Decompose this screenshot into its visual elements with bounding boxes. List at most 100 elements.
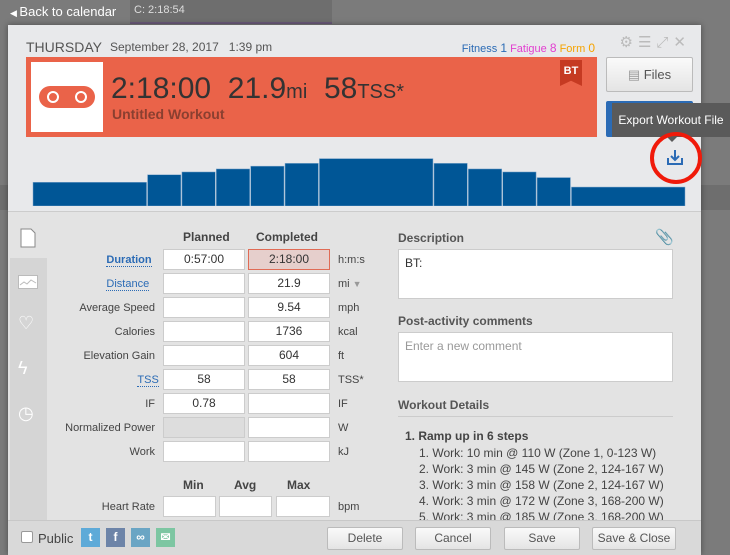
back-to-calendar-link[interactable]: ◀ Back to calendar	[10, 4, 116, 19]
workout-title[interactable]: Untitled Workout	[112, 106, 225, 122]
completed-input[interactable]: 1736	[248, 321, 330, 342]
planned-input[interactable]: 58	[163, 369, 245, 390]
summary-distance: 21.9	[227, 72, 287, 105]
public-label: Public	[38, 531, 74, 546]
planned-input[interactable]	[163, 441, 245, 462]
interval-bar	[284, 163, 319, 206]
completed-input[interactable]: 9.54	[248, 297, 330, 318]
completed-input[interactable]: 2:18:00	[248, 249, 330, 270]
description-textarea[interactable]: BT:	[398, 249, 673, 299]
completed-input[interactable]	[248, 441, 330, 462]
interval-bar	[536, 177, 571, 206]
unit-label: TSS*	[338, 374, 364, 386]
close-icon[interactable]: ✕	[673, 34, 691, 51]
completed-input[interactable]	[248, 393, 330, 414]
hr-avg-input[interactable]	[219, 496, 272, 517]
completed-header: Completed	[256, 230, 319, 244]
row-label: Normalized Power	[65, 422, 155, 434]
planned-input[interactable]: 0.78	[163, 393, 245, 414]
delete-button[interactable]: Delete	[327, 527, 403, 550]
hr-min-input[interactable]	[163, 496, 216, 517]
workout-structure-chart	[32, 158, 686, 206]
planned-input[interactable]	[163, 297, 245, 318]
graph-icon[interactable]	[18, 273, 38, 294]
interval-bar	[216, 168, 250, 206]
completed-input[interactable]: 58	[248, 369, 330, 390]
workout-step: 3. Work: 3 min @ 158 W (Zone 2, 124-167 …	[419, 478, 664, 492]
completed-input[interactable]: 604	[248, 345, 330, 366]
workout-modal: THURSDAY September 28, 2017 1:39 pm Fitn…	[8, 25, 730, 555]
email-icon[interactable]: ✉	[156, 528, 175, 547]
window-controls: ⚙☰⤢✕	[620, 33, 692, 51]
planned-input[interactable]: 0:57:00	[163, 249, 245, 270]
unit-label: kJ	[338, 446, 349, 458]
summary-tss: 58	[323, 72, 358, 105]
interval-bar	[502, 171, 537, 206]
unit-label: IF	[338, 398, 348, 410]
link-icon[interactable]: ∞	[131, 528, 150, 547]
footer: Public t f ∞ ✉ Delete Cancel Save Save &…	[8, 520, 701, 555]
time: 1:39 pm	[228, 40, 273, 54]
document-icon[interactable]	[20, 228, 36, 253]
row-label: Calories	[114, 326, 155, 338]
public-checkbox[interactable]	[21, 531, 33, 543]
row-label[interactable]: Duration	[106, 254, 152, 267]
unit-label: mph	[338, 302, 360, 314]
min-header: Min	[183, 478, 204, 492]
unit-label: W	[338, 422, 349, 434]
list-icon: ▤	[627, 67, 644, 82]
details-step-title: 1. Ramp up in 6 steps	[405, 429, 529, 443]
unit-label: mi ▼	[338, 278, 362, 290]
workout-step: 1. Work: 10 min @ 110 W (Zone 1, 0-123 W…	[419, 446, 657, 460]
completed-input[interactable]	[248, 417, 330, 438]
interval-bar	[181, 171, 216, 206]
workout-summary-banner: 2:18:00 21.9mi 58TSS* Untitled Workout B…	[26, 57, 597, 137]
interval-bar	[571, 186, 686, 206]
menu-icon[interactable]: ☰	[638, 34, 656, 51]
unit-dropdown-icon[interactable]: ▼	[353, 279, 362, 289]
planned-input[interactable]	[163, 273, 245, 294]
comment-input[interactable]: Enter a new comment	[398, 332, 673, 382]
facebook-icon[interactable]: f	[106, 528, 125, 547]
workout-step: 2. Work: 3 min @ 145 W (Zone 2, 124-167 …	[419, 462, 664, 476]
date: September 28, 2017	[110, 40, 219, 54]
summary-stats: 2:18:00 21.9mi 58TSS*	[111, 72, 404, 105]
date-time: September 28, 2017 1:39 pm	[110, 40, 272, 54]
max-header: Max	[287, 478, 311, 492]
twitter-icon[interactable]: t	[81, 528, 100, 547]
row-label: Average Speed	[79, 302, 155, 314]
completed-input[interactable]: 21.9	[248, 273, 330, 294]
planned-header: Planned	[183, 230, 230, 244]
paperclip-icon[interactable]: 📎	[655, 228, 674, 246]
heart-rate-label: Heart Rate	[101, 501, 155, 513]
gear-icon[interactable]: ⚙	[620, 34, 638, 51]
interval-bar	[147, 174, 182, 206]
weekday: THURSDAY	[26, 39, 102, 55]
unit-label: kcal	[338, 326, 358, 338]
row-label: IF	[145, 398, 155, 410]
fitness-metrics: Fitness 1 Fatigue 8 Form 0	[461, 41, 595, 55]
row-label: Work	[129, 446, 155, 458]
save-close-button[interactable]: Save & Close	[592, 527, 676, 550]
planned-input[interactable]	[163, 321, 245, 342]
description-label: Description	[398, 231, 465, 245]
side-tabs	[10, 258, 47, 520]
expand-icon[interactable]: ⤢	[656, 34, 673, 51]
avg-header: Avg	[234, 478, 257, 492]
cancel-button[interactable]: Cancel	[415, 527, 491, 550]
bt-badge: BT	[560, 60, 582, 86]
details-steps: 1. Work: 10 min @ 110 W (Zone 1, 0-123 W…	[419, 445, 664, 520]
hr-unit: bpm	[338, 501, 360, 513]
files-button[interactable]: ▤ Files	[606, 57, 693, 92]
unit-label: ft	[338, 350, 345, 362]
row-label[interactable]: Distance	[106, 278, 150, 291]
save-button[interactable]: Save	[504, 527, 580, 550]
hr-max-input[interactable]	[276, 496, 330, 517]
modal-header: THURSDAY September 28, 2017 1:39 pm Fitn…	[8, 25, 730, 212]
interval-bar	[32, 182, 147, 206]
summary-duration: 2:18:00	[111, 72, 212, 105]
calendar-entry[interactable]: C: 2:18:54	[130, 0, 332, 22]
row-label[interactable]: TSS	[137, 374, 159, 387]
planned-input[interactable]	[163, 345, 245, 366]
planned-input[interactable]	[163, 417, 245, 438]
